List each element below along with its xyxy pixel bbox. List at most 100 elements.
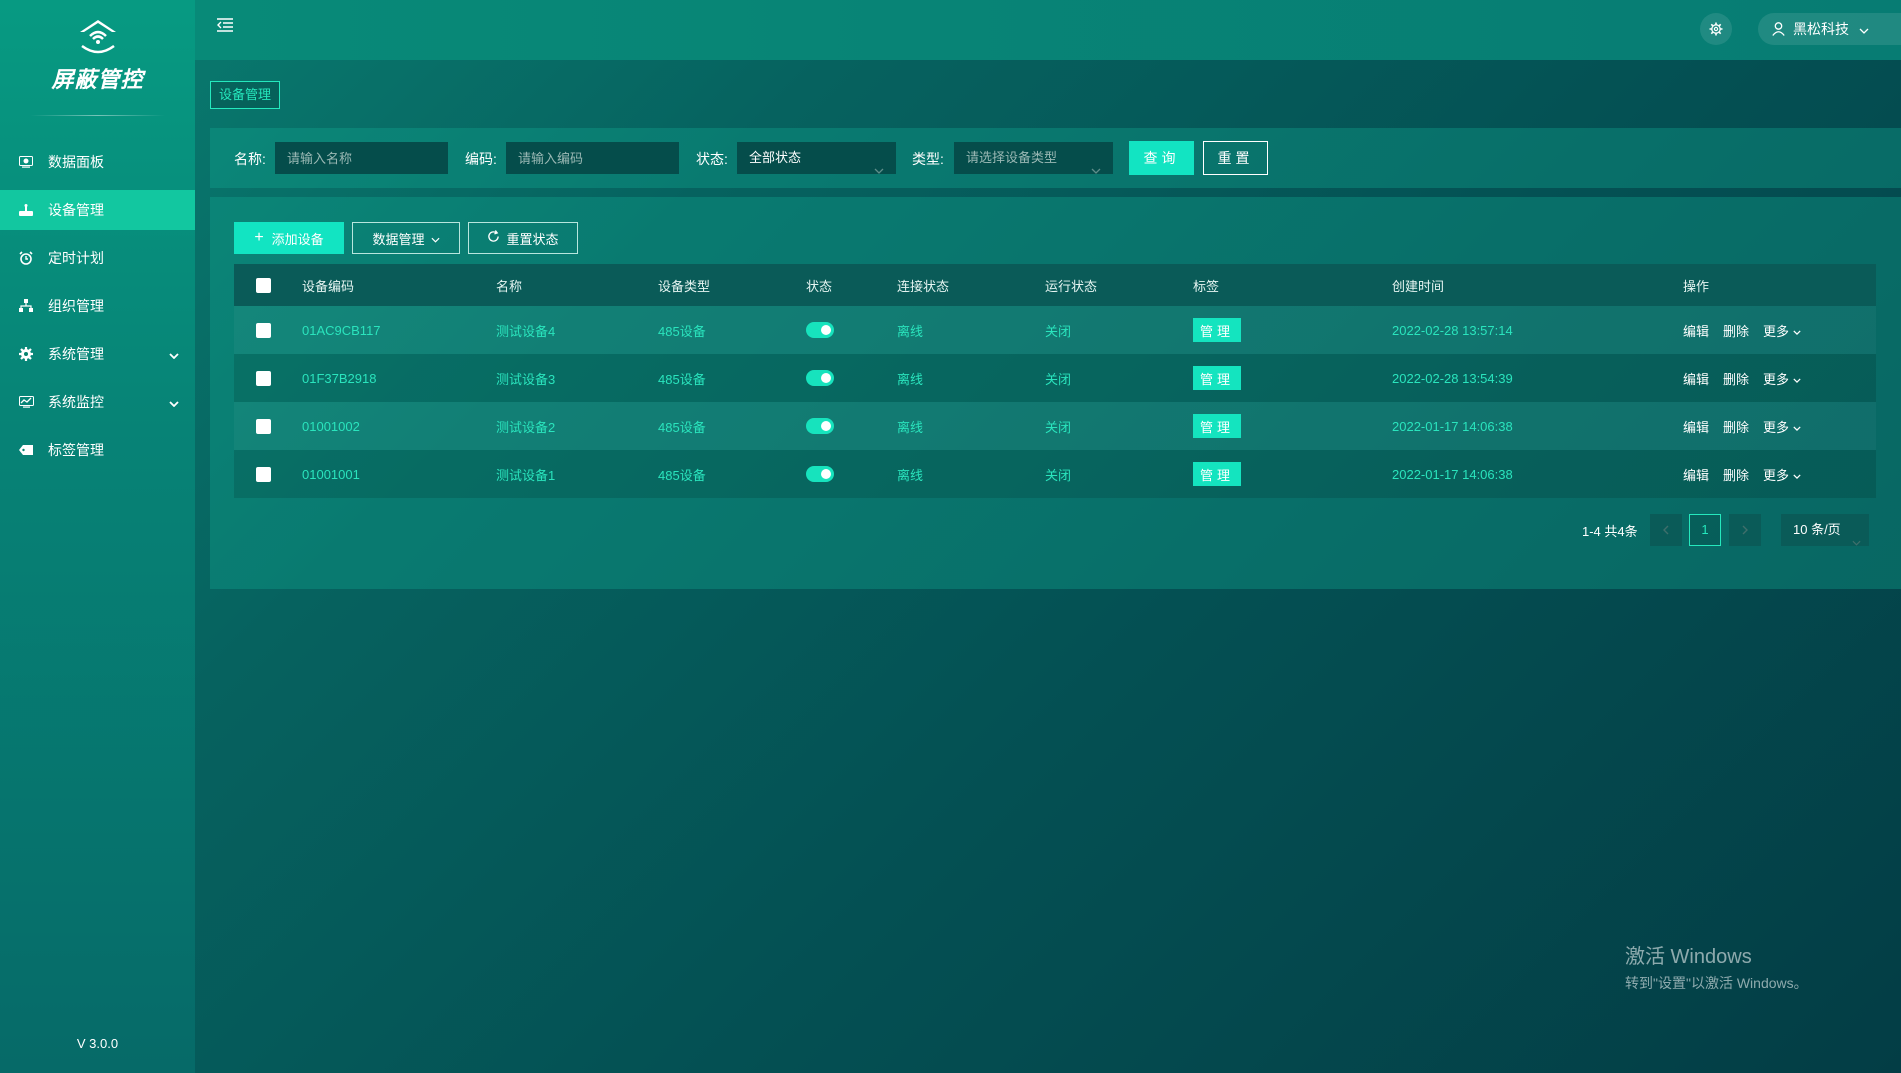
manage-tag-button[interactable]: 管理 (1193, 318, 1241, 342)
more-dropdown[interactable]: 更多 (1763, 417, 1801, 436)
row-checkbox[interactable] (256, 370, 271, 386)
manage-tag-button[interactable]: 管理 (1193, 462, 1241, 486)
edit-link[interactable]: 编辑 (1683, 465, 1709, 484)
name-filter-label: 名称: (234, 151, 266, 167)
delete-link[interactable]: 删除 (1723, 417, 1749, 436)
chevron-left-icon (1663, 525, 1669, 535)
connection-status: 离线 (897, 371, 924, 387)
sidebar-item-device-management[interactable]: 设备管理 (0, 190, 195, 230)
data-management-dropdown[interactable]: 数据管理 (352, 222, 460, 254)
user-name: 黑松科技 (1793, 21, 1849, 37)
device-name: 测试设备4 (496, 323, 556, 339)
pagination-info: 1-4 共4条 (1582, 524, 1638, 539)
shield-house-logo-icon (79, 20, 116, 54)
status-toggle[interactable] (806, 322, 834, 338)
device-type: 485设备 (658, 323, 706, 339)
prev-page-button[interactable] (1650, 514, 1682, 546)
header-name: 名称 (496, 278, 523, 294)
more-label: 更多 (1763, 467, 1790, 483)
org-tree-icon (18, 298, 34, 314)
header-type: 设备类型 (658, 278, 711, 294)
next-page-button[interactable] (1729, 514, 1761, 546)
chevron-down-icon (1859, 21, 1869, 37)
header-actions: 操作 (1683, 278, 1710, 294)
status-toggle[interactable] (806, 418, 834, 434)
more-dropdown[interactable]: 更多 (1763, 465, 1801, 484)
row-checkbox[interactable] (256, 418, 271, 434)
sidebar-item-system-management[interactable]: 系统管理 (0, 334, 195, 374)
edit-link[interactable]: 编辑 (1683, 417, 1709, 436)
status-toggle[interactable] (806, 466, 834, 482)
more-label: 更多 (1763, 323, 1790, 339)
sidebar-item-label: 组织管理 (48, 298, 104, 314)
name-filter-input[interactable] (275, 142, 448, 174)
chevron-down-icon (1091, 154, 1101, 186)
windows-activation-watermark: 激活 Windows 转到"设置"以激活 Windows。 (1625, 940, 1808, 993)
connection-status: 离线 (897, 467, 924, 483)
refresh-icon (487, 230, 500, 246)
device-name: 测试设备1 (496, 467, 556, 483)
logo-divider (30, 115, 165, 116)
row-checkbox[interactable] (256, 466, 271, 482)
page-size-select[interactable]: 10 条/页 (1781, 514, 1869, 546)
manage-tag-button[interactable]: 管理 (1193, 366, 1241, 390)
row-checkbox[interactable] (256, 322, 271, 338)
sidebar-item-system-monitor[interactable]: 系统监控 (0, 382, 195, 422)
running-status: 关闭 (1045, 371, 1072, 387)
breadcrumb-tag[interactable]: 设备管理 (210, 81, 281, 109)
created-time: 2022-01-17 14:06:38 (1392, 466, 1513, 482)
table-panel: + 添加设备 数据管理 重置状态 设备编码 名称 设备类型 状态 连接状态 运行… (210, 197, 1901, 589)
type-filter-label: 类型: (912, 151, 944, 167)
tag-icon (18, 442, 34, 458)
status-filter-select[interactable]: 全部状态 (737, 142, 896, 174)
device-name: 测试设备3 (496, 371, 556, 387)
device-type: 485设备 (658, 467, 706, 483)
header-connection: 连接状态 (897, 278, 950, 294)
code-filter-input[interactable] (506, 142, 679, 174)
add-device-button[interactable]: + 添加设备 (234, 222, 344, 254)
menu-fold-icon[interactable] (217, 18, 233, 35)
search-panel: 名称: 编码: 状态: 全部状态 类型: 请选择设备类型 查询 重置 (210, 128, 1901, 188)
select-all-checkbox[interactable] (256, 277, 271, 293)
device-code: 01AC9CB117 (302, 322, 381, 338)
edit-link[interactable]: 编辑 (1683, 369, 1709, 388)
sidebar-item-tag-management[interactable]: 标签管理 (0, 430, 195, 470)
page-number-current[interactable]: 1 (1689, 514, 1721, 546)
manage-tag-button[interactable]: 管理 (1193, 414, 1241, 438)
running-status: 关闭 (1045, 323, 1072, 339)
chevron-down-icon (169, 394, 179, 410)
type-filter-select[interactable]: 请选择设备类型 (954, 142, 1113, 174)
query-button[interactable]: 查询 (1129, 141, 1194, 175)
alarm-clock-icon (18, 250, 34, 266)
dashboard-icon (18, 154, 34, 170)
sidebar-item-schedule[interactable]: 定时计划 (0, 238, 195, 278)
chevron-down-icon (1852, 526, 1861, 558)
more-dropdown[interactable]: 更多 (1763, 369, 1801, 388)
more-label: 更多 (1763, 419, 1790, 435)
more-dropdown[interactable]: 更多 (1763, 321, 1801, 340)
user-menu[interactable]: 黑松科技 (1758, 13, 1901, 45)
device-code: 01001001 (302, 466, 360, 482)
page-size-value: 10 条/页 (1793, 522, 1841, 537)
header-status: 状态 (806, 278, 833, 294)
created-time: 2022-02-28 13:54:39 (1392, 370, 1513, 386)
running-status: 关闭 (1045, 419, 1072, 435)
device-table: 设备编码 名称 设备类型 状态 连接状态 运行状态 标签 创建时间 操作 01A… (234, 264, 1876, 498)
device-name: 测试设备2 (496, 419, 556, 435)
delete-link[interactable]: 删除 (1723, 369, 1749, 388)
delete-link[interactable]: 删除 (1723, 321, 1749, 340)
chevron-down-icon (874, 154, 884, 186)
add-device-label: 添加设备 (271, 231, 324, 247)
sidebar-item-label: 设备管理 (48, 202, 104, 218)
status-toggle[interactable] (806, 370, 834, 386)
device-icon (18, 202, 34, 218)
sidebar-item-organization[interactable]: 组织管理 (0, 286, 195, 326)
sidebar-item-dashboard[interactable]: 数据面板 (0, 142, 195, 182)
chevron-down-icon (430, 231, 440, 246)
edit-link[interactable]: 编辑 (1683, 321, 1709, 340)
delete-link[interactable]: 删除 (1723, 465, 1749, 484)
plus-icon: + (254, 229, 264, 246)
reset-status-button[interactable]: 重置状态 (468, 222, 578, 254)
reset-button[interactable]: 重置 (1203, 141, 1268, 175)
settings-button[interactable] (1700, 13, 1732, 45)
